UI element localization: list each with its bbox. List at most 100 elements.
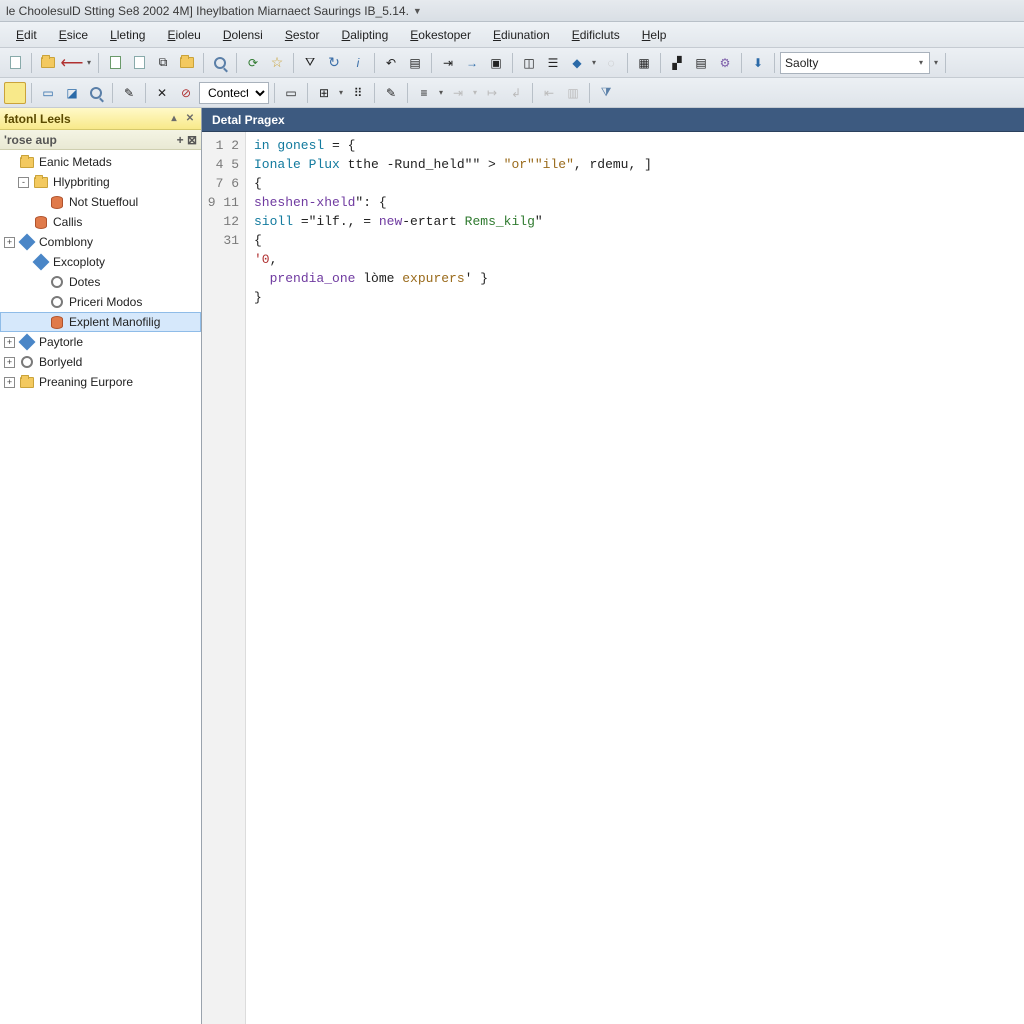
tree-twisty-icon[interactable]: + bbox=[4, 337, 15, 348]
tree-item[interactable]: + Preaning Eurpore bbox=[0, 372, 201, 392]
spinner-icon[interactable]: ◌ bbox=[600, 52, 622, 74]
undo-icon[interactable]: ↶ bbox=[380, 52, 402, 74]
save-icon[interactable] bbox=[104, 52, 126, 74]
title-dropdown-icon[interactable]: ▼ bbox=[413, 6, 422, 16]
tree-item[interactable]: Not Stueffoul bbox=[0, 192, 201, 212]
tree-twisty-icon[interactable]: + bbox=[4, 237, 15, 248]
tree-twisty-icon[interactable]: + bbox=[4, 357, 15, 368]
export-icon[interactable]: ⇥ bbox=[437, 52, 459, 74]
window-titlebar: le ChoolesulD Stting Se8 2002 4M] Iheylb… bbox=[0, 0, 1024, 22]
menu-ediunation[interactable]: Ediunation bbox=[483, 25, 560, 45]
columns-icon[interactable]: ▥ bbox=[562, 82, 584, 104]
open-icon[interactable] bbox=[37, 52, 59, 74]
tree-item[interactable]: + Comblony bbox=[0, 232, 201, 252]
menu-dalipting[interactable]: Dalipting bbox=[332, 25, 399, 45]
tree-item[interactable]: Explent Manofilig bbox=[0, 312, 201, 332]
menu-edit[interactable]: Edit bbox=[6, 25, 47, 45]
save-all-icon[interactable] bbox=[128, 52, 150, 74]
wrap-icon[interactable]: ↲ bbox=[505, 82, 527, 104]
edit-icon[interactable]: ✎ bbox=[380, 82, 402, 104]
bookmark-dropdown-icon[interactable]: ▾ bbox=[590, 58, 598, 67]
tree-item[interactable]: + Paytorle bbox=[0, 332, 201, 352]
menu-eioleu[interactable]: Eioleu bbox=[157, 25, 210, 45]
info-icon[interactable]: i bbox=[347, 52, 369, 74]
tree-item-label: Priceri Modos bbox=[69, 295, 142, 309]
box-icon[interactable]: ▭ bbox=[280, 82, 302, 104]
refresh-icon[interactable]: ↻ bbox=[323, 52, 345, 74]
toolbar-primary: ⟵ ▾ ⧉ ⟳ ☆ ⛛ ↻ i ↶ ▤ ⇥ → ▣ ◫ ☰ ◆ ▾ ◌ ▦ ▞ … bbox=[0, 48, 1024, 78]
tree-item-label: Hlypbriting bbox=[53, 175, 110, 189]
table-icon[interactable]: ▤ bbox=[690, 52, 712, 74]
tree-item[interactable]: +Borlyeld bbox=[0, 352, 201, 372]
deploy-icon[interactable]: ⬇ bbox=[747, 52, 769, 74]
object-icon[interactable]: ◪ bbox=[61, 82, 83, 104]
connect-icon[interactable]: ⚙ bbox=[714, 52, 736, 74]
module-icon[interactable] bbox=[4, 82, 26, 104]
back-icon[interactable]: ⟵ bbox=[61, 52, 83, 74]
align-dropdown-icon[interactable]: ▾ bbox=[437, 88, 445, 97]
folder-icon bbox=[19, 374, 35, 390]
config-combo[interactable]: Saolty ▾ bbox=[780, 52, 930, 74]
tree-item[interactable]: Excoploty bbox=[0, 252, 201, 272]
code-editor[interactable]: 1 2 4 5 7 6 9 11 12 31 in gonesl = { Ion… bbox=[202, 132, 1024, 1024]
go-icon[interactable]: → bbox=[461, 52, 483, 74]
menu-lleting[interactable]: Lleting bbox=[100, 25, 155, 45]
tree-item[interactable]: Dotes bbox=[0, 272, 201, 292]
tree-item-label: Comblony bbox=[39, 235, 93, 249]
window-icon[interactable]: ▣ bbox=[485, 52, 507, 74]
grid2-icon[interactable]: ⠿ bbox=[347, 82, 369, 104]
tree-twisty-icon[interactable]: + bbox=[4, 377, 15, 388]
settings-icon[interactable]: ✕ bbox=[151, 82, 173, 104]
config-extra-dropdown-icon[interactable]: ▾ bbox=[932, 58, 940, 67]
run-icon[interactable]: ⟳ bbox=[242, 52, 264, 74]
find-icon[interactable] bbox=[209, 52, 231, 74]
error-icon[interactable]: ⊘ bbox=[175, 82, 197, 104]
step-icon[interactable]: ↦ bbox=[481, 82, 503, 104]
copy-icon[interactable]: ⧉ bbox=[152, 52, 174, 74]
menu-help[interactable]: Help bbox=[632, 25, 677, 45]
zoom-icon[interactable] bbox=[85, 82, 107, 104]
tree-icon[interactable]: ⊞ bbox=[313, 82, 335, 104]
tree-item[interactable]: Eanic Metads bbox=[0, 152, 201, 172]
gear-icon bbox=[19, 354, 35, 370]
layout2-icon[interactable]: ☰ bbox=[542, 52, 564, 74]
indent-icon[interactable]: ⇥ bbox=[447, 82, 469, 104]
tree-item[interactable]: - Hlypbriting bbox=[0, 172, 201, 192]
new-file-icon[interactable] bbox=[4, 52, 26, 74]
tree-item[interactable]: Priceri Modos bbox=[0, 292, 201, 312]
grid-icon[interactable]: ▦ bbox=[633, 52, 655, 74]
back-dropdown-icon[interactable]: ▾ bbox=[85, 58, 93, 67]
tree-dropdown-icon[interactable]: ▾ bbox=[337, 88, 345, 97]
indent-dropdown-icon[interactable]: ▾ bbox=[471, 88, 479, 97]
panel-close-icon[interactable]: ✕ bbox=[183, 112, 197, 126]
favorite-icon[interactable]: ☆ bbox=[266, 52, 288, 74]
align-icon[interactable]: ≡ bbox=[413, 82, 435, 104]
filter-icon[interactable]: ⧩ bbox=[595, 82, 617, 104]
folder-icon bbox=[33, 174, 49, 190]
menu-eokestoper[interactable]: Eokestoper bbox=[400, 25, 481, 45]
tree-twisty-icon[interactable]: - bbox=[18, 177, 29, 188]
panel-add-icon[interactable]: + bbox=[177, 133, 184, 147]
project-tree[interactable]: Eanic Metads - Hlypbriting Not StueffoulCal… bbox=[0, 150, 201, 1024]
bookmark-icon[interactable]: ◆ bbox=[566, 52, 588, 74]
editor-tab[interactable]: Detal Pragex bbox=[202, 108, 1024, 132]
tree-item-label: Preaning Eurpore bbox=[39, 375, 133, 389]
tool-icon[interactable]: ✎ bbox=[118, 82, 140, 104]
menu-dolensi[interactable]: Dolensi bbox=[213, 25, 273, 45]
context-combo[interactable]: Contect bbox=[199, 82, 269, 104]
tree-item[interactable]: Callis bbox=[0, 212, 201, 232]
menu-sestor[interactable]: Sestor bbox=[275, 25, 330, 45]
layout1-icon[interactable]: ◫ bbox=[518, 52, 540, 74]
chart-icon[interactable]: ▞ bbox=[666, 52, 688, 74]
menu-edificluts[interactable]: Edificluts bbox=[562, 25, 630, 45]
tree-item-label: Paytorle bbox=[39, 335, 83, 349]
debug-icon[interactable]: ⛛ bbox=[299, 52, 321, 74]
panel-collapse-icon[interactable]: ▴ bbox=[167, 112, 181, 126]
panel-remove-icon[interactable]: ⊠ bbox=[187, 133, 197, 147]
code-source[interactable]: in gonesl = { Ionale Plux tthe -Rund_hel… bbox=[246, 132, 1024, 1024]
menu-esice[interactable]: Esice bbox=[49, 25, 98, 45]
redo-icon[interactable]: ▤ bbox=[404, 52, 426, 74]
folder-icon[interactable] bbox=[176, 52, 198, 74]
outdent-icon[interactable]: ⇤ bbox=[538, 82, 560, 104]
class-icon[interactable]: ▭ bbox=[37, 82, 59, 104]
